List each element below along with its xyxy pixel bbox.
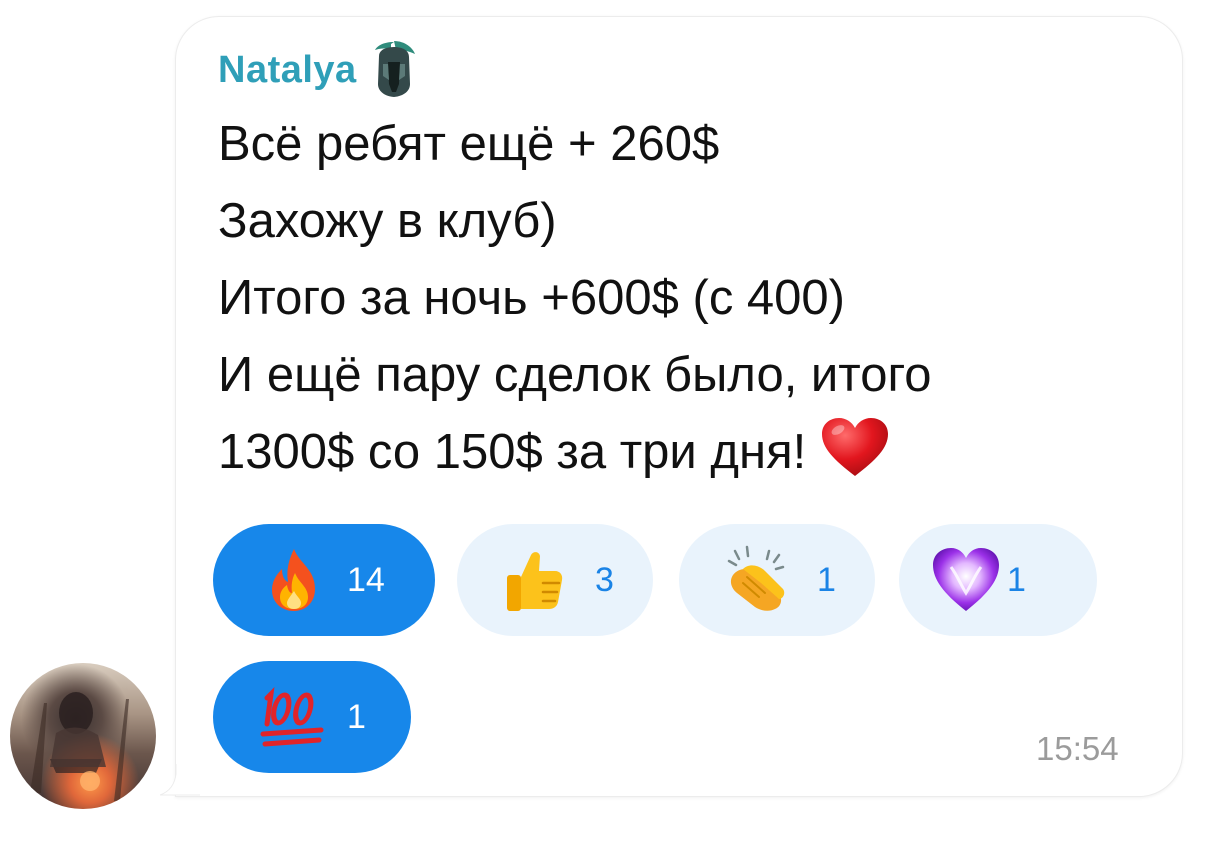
reaction-hundred-points[interactable]: 1 <box>213 661 411 773</box>
message-line: Всё ребят ещё + 260$ <box>218 117 720 171</box>
reaction-count: 1 <box>347 697 366 736</box>
reaction-count: 1 <box>1007 560 1026 599</box>
reaction-count: 14 <box>347 560 385 599</box>
reaction-fire[interactable]: 14 <box>213 524 435 636</box>
message-line: Захожу в клуб) <box>218 194 557 248</box>
message-line-text: 1300$ со 150$ за три дня! <box>218 425 807 479</box>
reaction-purple-heart[interactable]: 1 <box>899 524 1097 636</box>
chat-message-view: Natalya Всё ребят ещё + 260$ Захожу в кл… <box>0 0 1206 846</box>
thumbs-up-emoji <box>507 552 563 611</box>
author-row: Natalya <box>218 40 419 100</box>
bubble-tail <box>160 764 200 796</box>
spartan-helmet-icon <box>374 41 415 97</box>
message-text: Всё ребят ещё + 260$ Захожу в клуб) Итог… <box>218 106 1158 491</box>
hundred-points-emoji <box>260 687 324 747</box>
clapping-hands-emoji <box>727 545 785 611</box>
message-line: Итого за ночь +600$ (с 400) <box>218 271 845 325</box>
fire-emoji <box>272 549 315 611</box>
message-line-last: 1300$ со 150$ за три дня! <box>218 414 1158 491</box>
reaction-count: 1 <box>817 560 836 599</box>
reaction-thumbs-up[interactable]: 3 <box>457 524 653 636</box>
message-line: И ещё пару сделок было, итого <box>218 348 932 402</box>
message-timestamp: 15:54 <box>1036 730 1119 767</box>
author-name[interactable]: Natalya <box>218 49 357 92</box>
reaction-clapping-hands[interactable]: 1 <box>679 524 875 636</box>
reaction-count: 3 <box>595 560 614 599</box>
purple-heart-emoji <box>933 548 999 611</box>
red-heart-emoji <box>822 418 889 476</box>
sender-avatar[interactable] <box>10 663 156 809</box>
